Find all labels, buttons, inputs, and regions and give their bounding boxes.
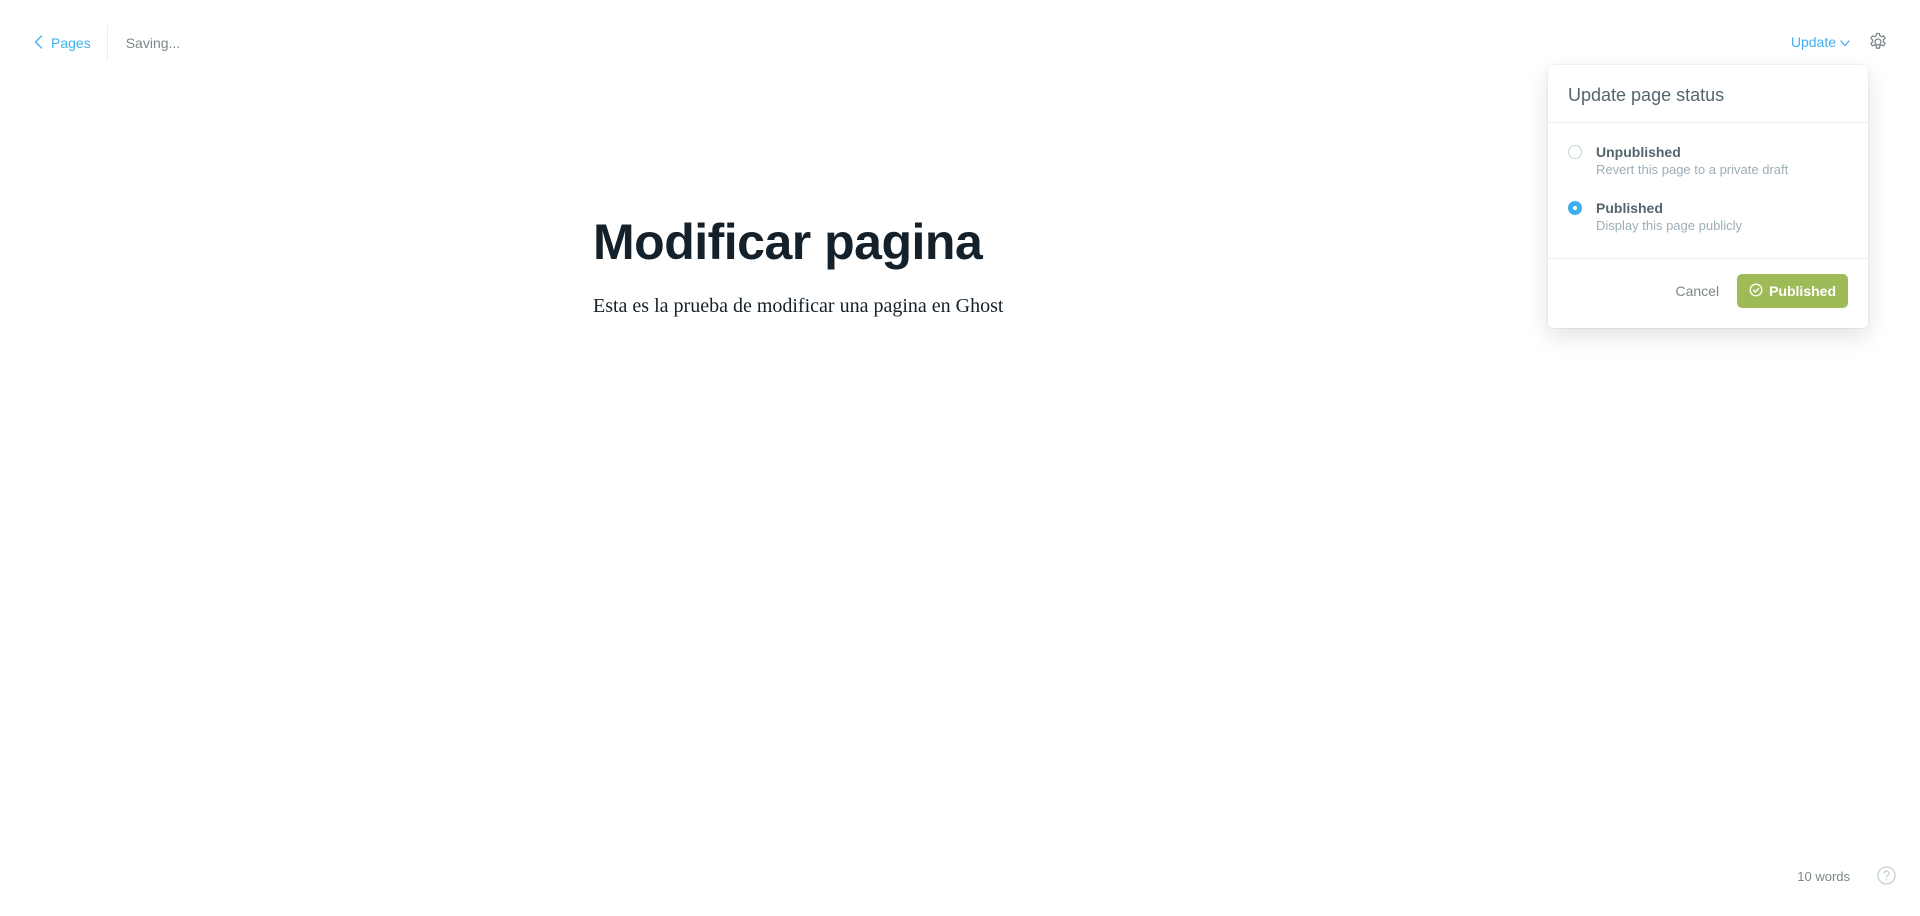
word-count: 10 words bbox=[1797, 869, 1850, 884]
cancel-button[interactable]: Cancel bbox=[1676, 283, 1720, 299]
option-published[interactable]: Published Display this page publicly bbox=[1568, 199, 1848, 235]
check-circle-icon bbox=[1749, 283, 1763, 300]
unpublished-radio[interactable] bbox=[1568, 145, 1582, 159]
divider bbox=[106, 25, 108, 61]
dropdown-title: Update page status bbox=[1548, 65, 1868, 123]
chevron-down-icon bbox=[1840, 34, 1850, 50]
help-button[interactable] bbox=[1877, 866, 1896, 885]
gear-icon bbox=[1870, 32, 1886, 49]
top-bar-right: Update bbox=[1791, 32, 1888, 52]
chevron-left-icon bbox=[34, 34, 43, 52]
back-link-label: Pages bbox=[51, 35, 91, 51]
published-button[interactable]: Published bbox=[1737, 274, 1848, 308]
back-to-pages-link[interactable]: Pages bbox=[34, 25, 107, 61]
editor: Modificar pagina Esta es la prueba de mo… bbox=[593, 208, 1333, 320]
unpublished-description: Revert this page to a private draft bbox=[1596, 162, 1789, 177]
top-bar-left: Pages Saving... bbox=[34, 25, 181, 61]
published-description: Display this page publicly bbox=[1596, 218, 1742, 233]
page-body-editor[interactable]: Esta es la prueba de modificar una pagin… bbox=[593, 292, 1333, 320]
save-status: Saving... bbox=[125, 35, 181, 51]
publish-status-dropdown: Update page status Unpublished Revert th… bbox=[1548, 65, 1868, 328]
page-title-input[interactable]: Modificar pagina bbox=[593, 208, 1333, 276]
option-unpublished[interactable]: Unpublished Revert this page to a privat… bbox=[1568, 143, 1848, 179]
dropdown-footer: Cancel Published bbox=[1548, 259, 1868, 323]
help-icon bbox=[1877, 866, 1896, 885]
published-radio[interactable] bbox=[1568, 201, 1582, 215]
editor-page: Pages Saving... Update Modificar pagina … bbox=[0, 0, 1920, 916]
published-label: Published bbox=[1596, 200, 1663, 216]
status-options: Unpublished Revert this page to a privat… bbox=[1548, 123, 1868, 259]
unpublished-label: Unpublished bbox=[1596, 144, 1681, 160]
published-button-label: Published bbox=[1769, 283, 1836, 299]
settings-menu-button[interactable] bbox=[1868, 32, 1888, 52]
update-menu-trigger[interactable]: Update bbox=[1791, 34, 1850, 50]
update-label: Update bbox=[1790, 34, 1836, 50]
